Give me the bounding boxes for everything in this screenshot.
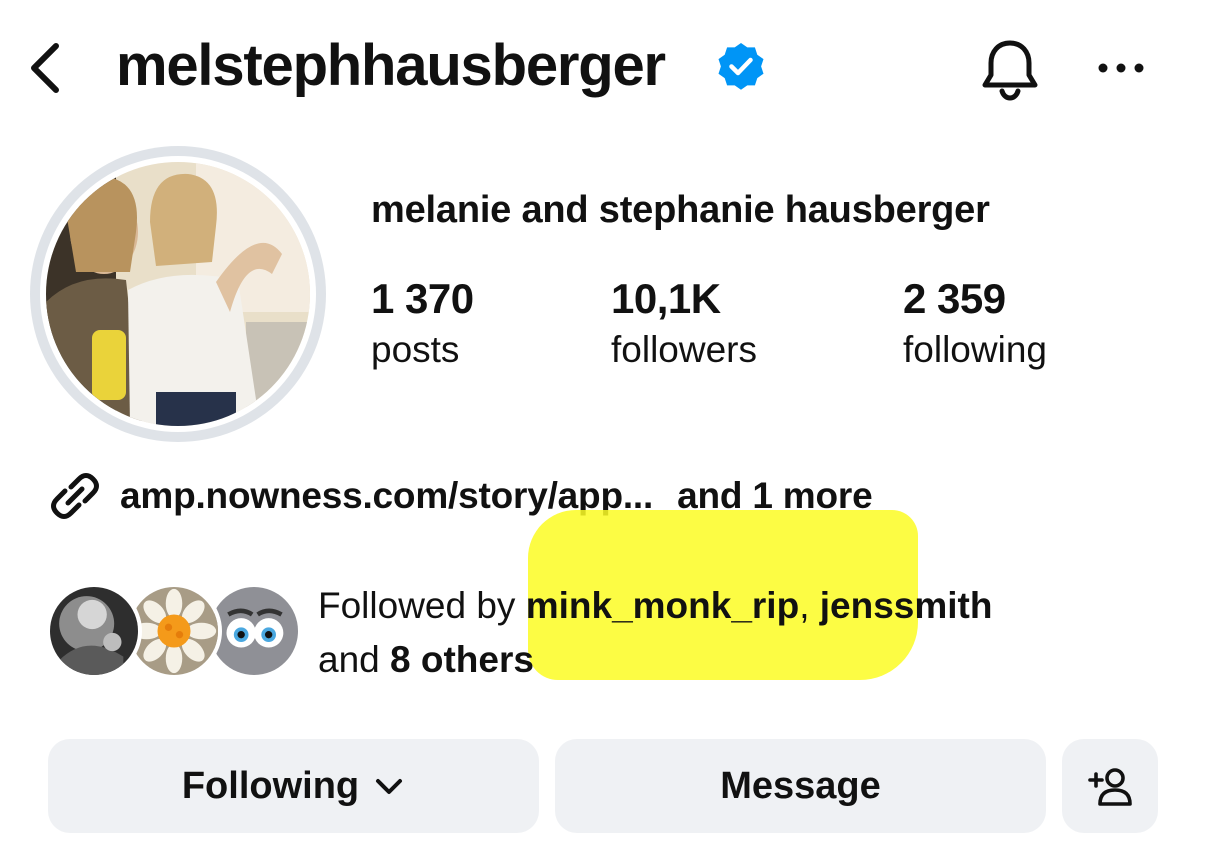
followed-by-and: and — [318, 639, 391, 680]
profile-avatar[interactable] — [30, 146, 326, 442]
following-button-label: Following — [181, 764, 360, 807]
stat-posts[interactable]: 1 370 posts — [371, 272, 474, 374]
followed-by-text[interactable]: Followed by mink_monk_rip, jenssmith and… — [318, 579, 992, 687]
stat-posts-label: posts — [371, 329, 460, 370]
add-user-button[interactable] — [1062, 739, 1158, 833]
profile-full-name: melanie and stephanie hausberger — [371, 189, 990, 231]
bell-icon — [982, 40, 1038, 101]
followed-by-prefix: Followed by — [318, 585, 526, 626]
message-button[interactable]: Message — [555, 739, 1046, 833]
link-icon — [51, 473, 99, 519]
followed-by-separator: , — [799, 585, 820, 626]
followed-by-others[interactable]: 8 others — [390, 639, 534, 680]
avatar-photo — [46, 162, 310, 426]
stat-following-label: following — [903, 329, 1047, 370]
stat-following-count: 2 359 — [903, 275, 1006, 322]
following-button[interactable]: Following — [48, 739, 539, 833]
more-options-button[interactable] — [1092, 48, 1152, 88]
stat-following[interactable]: 2 359 following — [903, 272, 1047, 374]
notifications-button[interactable] — [976, 35, 1044, 103]
stat-followers-label: followers — [611, 329, 757, 370]
mutual-followers-avatars[interactable] — [46, 583, 302, 681]
verified-badge-icon — [718, 43, 764, 90]
message-button-label: Message — [720, 764, 881, 807]
mutual-avatar-1 — [46, 583, 142, 679]
add-person-icon — [1088, 768, 1132, 806]
stat-posts-count: 1 370 — [371, 275, 474, 322]
stat-followers[interactable]: 10,1K followers — [611, 272, 757, 374]
back-button[interactable] — [22, 38, 72, 98]
followed-by-line-1: Followed by mink_monk_rip, jenssmith — [318, 579, 992, 633]
profile-username: melstephhausberger — [116, 33, 666, 98]
more-options-icon — [1098, 63, 1144, 73]
followed-by-line-2: and 8 others — [318, 633, 992, 687]
chevron-down-icon — [376, 779, 403, 794]
stat-followers-count: 10,1K — [611, 275, 721, 322]
followed-by-user-2[interactable]: jenssmith — [820, 585, 993, 626]
back-chevron-icon — [31, 43, 59, 93]
followed-by-user-1[interactable]: mink_monk_rip — [526, 585, 799, 626]
profile-header: melstephhausberger — [0, 0, 1206, 135]
